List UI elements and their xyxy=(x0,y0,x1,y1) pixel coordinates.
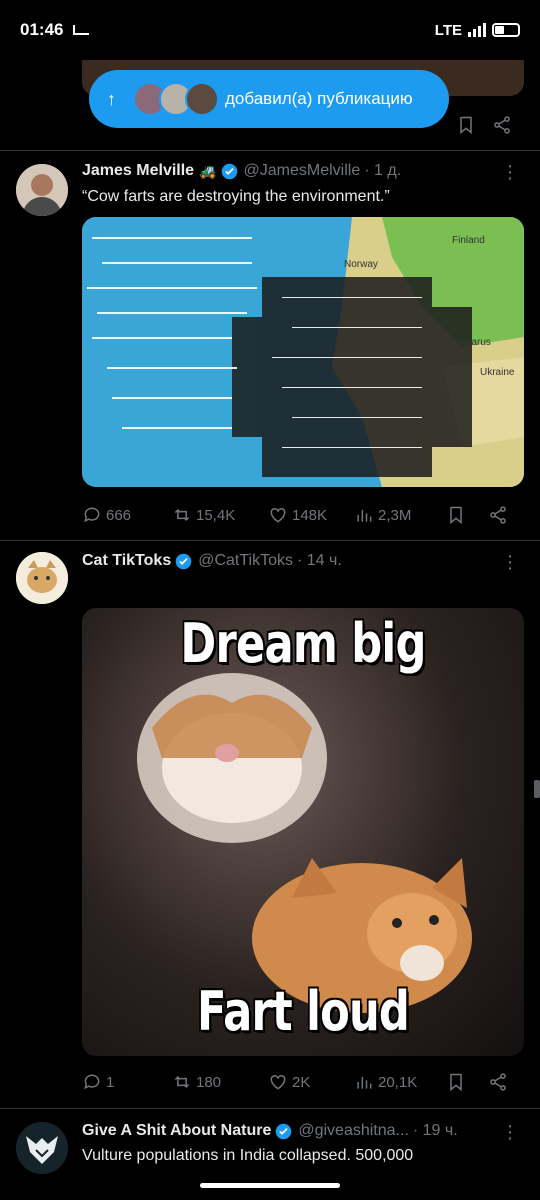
banner-avatars xyxy=(133,82,219,116)
share-icon xyxy=(490,1073,506,1091)
avatar xyxy=(185,82,219,116)
meme-bottom-text: Fart loud xyxy=(196,980,410,1043)
verified-icon xyxy=(221,163,237,179)
retweet-button[interactable]: 15,4K xyxy=(172,505,235,525)
bookmark-icon xyxy=(460,116,472,135)
views-icon xyxy=(357,1077,372,1089)
bookmark-button[interactable] xyxy=(446,505,466,525)
author-handle[interactable]: @CatTikToks xyxy=(198,552,293,570)
views-icon xyxy=(357,510,372,522)
avatar[interactable] xyxy=(16,552,68,604)
like-icon xyxy=(270,1074,286,1090)
tweet-media-map[interactable]: Finland Norway Belarus Ukraine xyxy=(82,217,524,487)
like-count: 2K xyxy=(292,1073,311,1091)
more-icon[interactable]: ⋮ xyxy=(501,162,519,183)
author-handle[interactable]: @JamesMelville xyxy=(244,162,361,180)
signal-icon xyxy=(468,23,486,37)
views-count: 20,1K xyxy=(378,1073,418,1091)
tweet-time[interactable]: · 14 ч. xyxy=(297,552,342,570)
status-indicators: LTE xyxy=(435,22,520,39)
retweet-count: 15,4K xyxy=(196,506,236,524)
map-label-norway: Norway xyxy=(344,259,378,270)
tweet-actions: 666 15,4K 148K 2,3M xyxy=(82,500,522,530)
network-type: LTE xyxy=(434,21,462,39)
meme-top-text: Dream big xyxy=(180,612,426,675)
map-label-finland: Finland xyxy=(452,235,485,246)
tweet-media-meme[interactable]: Dream big Fart loud xyxy=(82,608,524,1056)
status-time: 01:46 xyxy=(20,20,64,39)
share-button[interactable] xyxy=(488,505,508,525)
reply-icon xyxy=(84,1074,100,1090)
reply-icon xyxy=(84,507,100,523)
verified-icon xyxy=(175,553,192,569)
tweet-actions: 1 180 2K 20,1K xyxy=(82,1067,522,1097)
avatar-photo xyxy=(16,164,68,216)
bookmark-icon xyxy=(450,506,462,525)
cat-avatar-image xyxy=(16,552,68,604)
tweet-text: “Cow farts are destroying the environmen… xyxy=(82,188,390,205)
tweet-time[interactable]: · 1 д. xyxy=(364,162,401,180)
map-label-belarus: Belarus xyxy=(457,337,491,348)
tractor-icon: 🚜 xyxy=(199,162,217,179)
map-label-ukraine: Ukraine xyxy=(480,367,515,378)
share-icon xyxy=(494,116,510,134)
verified-icon xyxy=(276,1123,292,1139)
avatar[interactable] xyxy=(16,164,68,216)
tweet-cat-tiktoks[interactable]: Cat TikToks @CatTikToks · 14 ч. ⋮ Dream … xyxy=(0,540,540,1110)
author-name[interactable]: Give A Shit About Nature xyxy=(82,1122,271,1140)
author-name[interactable]: Cat TikToks xyxy=(82,552,171,570)
avatar[interactable] xyxy=(16,1122,68,1174)
battery-icon xyxy=(492,23,520,37)
arrow-up-icon: ↑ xyxy=(107,88,116,109)
new-posts-banner[interactable]: ↑ добавил(а) публикацию xyxy=(89,70,449,128)
retweet-button[interactable]: 180 xyxy=(172,1072,221,1092)
author-name[interactable]: James Melville xyxy=(82,162,194,180)
scrollbar-thumb[interactable] xyxy=(534,780,540,798)
reply-count: 1 xyxy=(106,1073,115,1091)
retweet-icon xyxy=(174,508,190,522)
status-bar: 01:46 LTE xyxy=(0,0,540,60)
tweet-time[interactable]: · 19 ч. xyxy=(413,1122,458,1140)
bookmark-button[interactable] xyxy=(456,115,476,135)
tweet-header: James Melville 🚜 @JamesMelville · 1 д. xyxy=(82,162,502,180)
more-icon[interactable]: ⋮ xyxy=(501,552,519,573)
like-button[interactable]: 148K xyxy=(268,505,327,525)
like-count: 148K xyxy=(292,506,328,524)
flight-map-image xyxy=(82,217,524,487)
reply-button[interactable]: 666 xyxy=(82,505,131,525)
reply-button[interactable]: 1 xyxy=(82,1072,114,1092)
retweet-count: 180 xyxy=(196,1073,222,1091)
share-button[interactable] xyxy=(492,115,512,135)
share-button[interactable] xyxy=(488,1072,508,1092)
views-button[interactable]: 2,3M xyxy=(354,505,411,525)
bookmark-icon xyxy=(450,1073,462,1092)
home-indicator[interactable] xyxy=(200,1183,340,1188)
banner-text: добавил(а) публикацию xyxy=(225,89,413,108)
like-button[interactable]: 2K xyxy=(268,1072,310,1092)
tweet-text: Vulture populations in India collapsed. … xyxy=(82,1147,414,1164)
like-icon xyxy=(270,507,286,523)
sleep-mode-icon xyxy=(73,25,90,35)
wolf-logo-icon xyxy=(16,1122,68,1174)
retweet-icon xyxy=(174,1075,190,1089)
bookmark-button[interactable] xyxy=(446,1072,466,1092)
author-handle[interactable]: @giveashitna... xyxy=(298,1122,409,1140)
tweet-header: Cat TikToks @CatTikToks · 14 ч. xyxy=(82,552,502,570)
views-count: 2,3M xyxy=(378,506,412,524)
more-icon[interactable]: ⋮ xyxy=(501,1122,519,1143)
tweet-header: Give A Shit About Nature @giveashitna...… xyxy=(82,1122,502,1140)
reply-count: 666 xyxy=(106,506,132,524)
tweet-james-melville[interactable]: James Melville 🚜 @JamesMelville · 1 д. ⋮… xyxy=(0,150,540,540)
views-button[interactable]: 20,1K xyxy=(354,1072,417,1092)
share-icon xyxy=(490,506,506,524)
